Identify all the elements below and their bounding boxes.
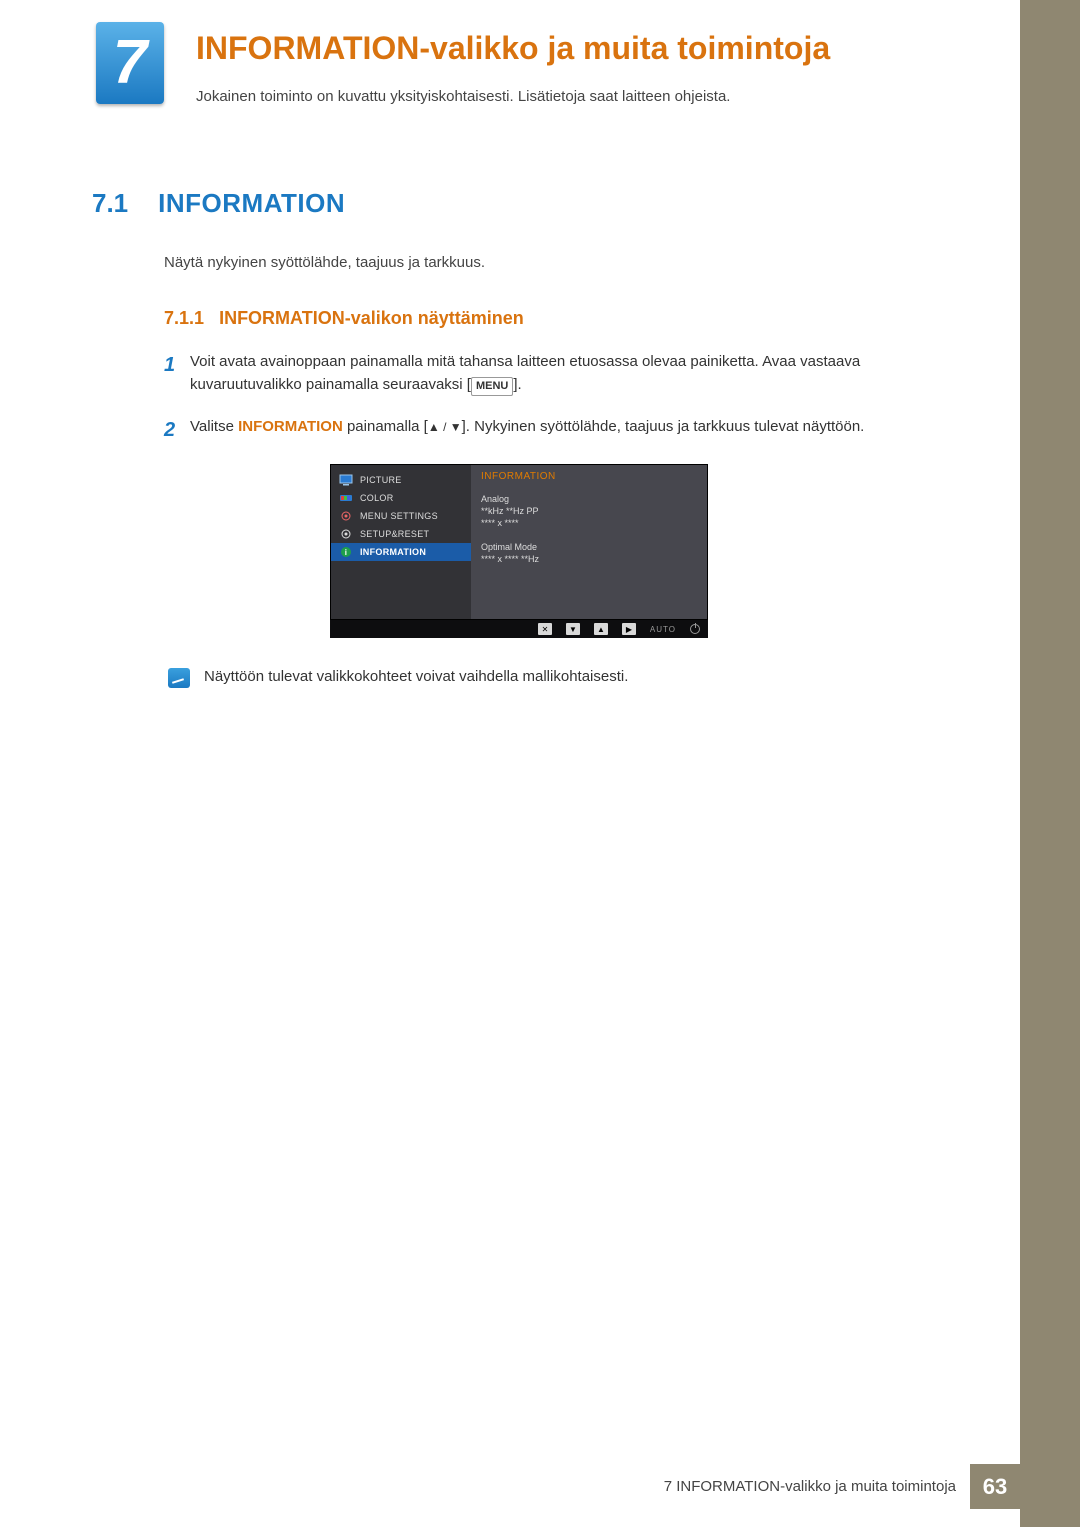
osd-info-line: **kHz **Hz PP <box>481 506 697 516</box>
osd-item-color: COLOR <box>331 489 471 507</box>
osd-button-bar: ✕ ▼ ▲ ▶ AUTO <box>330 620 708 638</box>
osd-item-label: SETUP&RESET <box>360 529 429 539</box>
menu-button-label: MENU <box>471 377 513 396</box>
step-text: painamalla [ <box>343 418 428 435</box>
section-description: Näytä nykyinen syöttölähde, taajuus ja t… <box>164 254 485 271</box>
osd-item-information: i INFORMATION <box>331 543 471 561</box>
osd-up-icon: ▲ <box>594 623 608 635</box>
monitor-icon <box>339 474 353 486</box>
step-text: Voit avata avainoppaan painamalla mitä t… <box>190 353 860 393</box>
step-number: 1 <box>164 350 190 397</box>
osd-info-line: **** x **** <box>481 518 697 528</box>
subsection-number: 7.1.1 <box>164 308 204 328</box>
note-row: Näyttöön tulevat valikkokohteet voivat v… <box>168 668 628 688</box>
osd-info-panel: INFORMATION Analog **kHz **Hz PP **** x … <box>471 465 707 619</box>
osd-menu-list: PICTURE COLOR MENU SETTINGS SETUP&RESET … <box>331 465 471 619</box>
step-2: 2 Valitse INFORMATION painamalla [▲ / ▼]… <box>164 415 954 446</box>
osd-info-line: Optimal Mode <box>481 542 697 552</box>
osd-down-icon: ▼ <box>566 623 580 635</box>
steps-list: 1 Voit avata avainoppaan painamalla mitä… <box>164 350 954 464</box>
step-body: Valitse INFORMATION painamalla [▲ / ▼]. … <box>190 415 954 446</box>
osd-item-label: MENU SETTINGS <box>360 511 438 521</box>
footer-chapter-label: 7 INFORMATION-valikko ja muita toimintoj… <box>650 1464 970 1509</box>
step-body: Voit avata avainoppaan painamalla mitä t… <box>190 350 954 397</box>
osd-info-line: Analog <box>481 494 697 504</box>
osd-auto-label: AUTO <box>650 625 676 634</box>
section-heading: 7.1 INFORMATION <box>92 188 345 219</box>
osd-screenshot: PICTURE COLOR MENU SETTINGS SETUP&RESET … <box>330 464 708 638</box>
chapter-title: INFORMATION-valikko ja muita toimintoja <box>196 30 830 67</box>
highlight-information: INFORMATION <box>238 418 343 435</box>
svg-text:i: i <box>345 548 348 557</box>
section-number: 7.1 <box>92 188 128 219</box>
osd-panel: PICTURE COLOR MENU SETTINGS SETUP&RESET … <box>330 464 708 620</box>
osd-item-label: COLOR <box>360 493 394 503</box>
gear-icon <box>339 528 353 540</box>
page-content: 7 INFORMATION-valikko ja muita toimintoj… <box>0 0 1020 1527</box>
chapter-number-badge: 7 <box>96 22 164 104</box>
power-icon <box>690 624 700 634</box>
osd-item-label: PICTURE <box>360 475 402 485</box>
arrow-up-down-icon: ▲ / ▼ <box>428 420 462 434</box>
step-text: ]. <box>513 376 521 393</box>
footer-page-number: 63 <box>970 1464 1020 1509</box>
step-text: Valitse <box>190 418 238 435</box>
page-footer: 7 INFORMATION-valikko ja muita toimintoj… <box>0 1464 1020 1509</box>
step-number: 2 <box>164 415 190 446</box>
palette-icon <box>339 492 353 504</box>
osd-right-icon: ▶ <box>622 623 636 635</box>
osd-item-label: INFORMATION <box>360 547 426 557</box>
note-text: Näyttöön tulevat valikkokohteet voivat v… <box>204 668 628 685</box>
osd-info-line <box>481 530 697 540</box>
info-icon: i <box>339 546 353 558</box>
section-title: INFORMATION <box>158 188 345 219</box>
side-strip <box>1020 0 1080 1527</box>
osd-info-line: **** x **** **Hz <box>481 554 697 564</box>
osd-item-menu-settings: MENU SETTINGS <box>331 507 471 525</box>
note-icon <box>168 668 190 688</box>
target-icon <box>339 510 353 522</box>
subsection-title: INFORMATION-valikon näyttäminen <box>219 308 524 328</box>
step-text: ]. Nykyinen syöttölähde, taajuus ja tark… <box>462 418 865 435</box>
osd-close-icon: ✕ <box>538 623 552 635</box>
step-1: 1 Voit avata avainoppaan painamalla mitä… <box>164 350 954 397</box>
subsection-heading: 7.1.1 INFORMATION-valikon näyttäminen <box>164 308 524 329</box>
chapter-subtitle: Jokainen toiminto on kuvattu yksityiskoh… <box>196 88 730 105</box>
osd-info-title: INFORMATION <box>481 471 697 482</box>
osd-item-setup-reset: SETUP&RESET <box>331 525 471 543</box>
osd-item-picture: PICTURE <box>331 471 471 489</box>
